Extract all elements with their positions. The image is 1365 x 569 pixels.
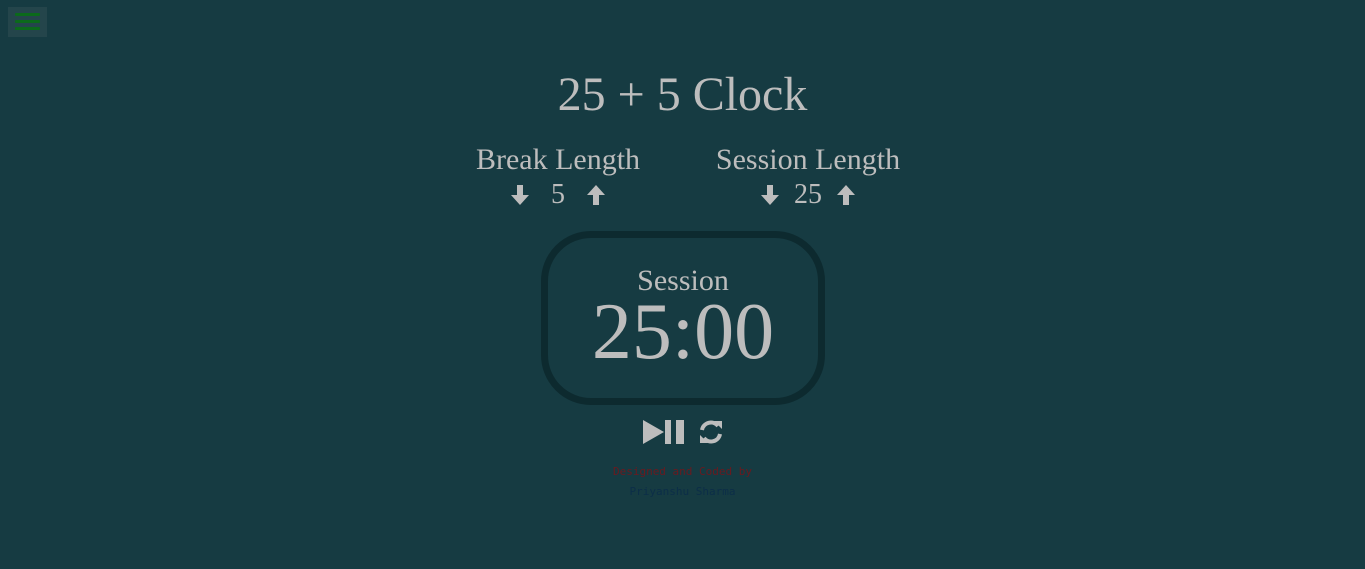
session-increment-button[interactable]	[832, 181, 860, 209]
author-name: Priyanshu Sharma	[629, 485, 736, 498]
arrow-up-icon	[837, 185, 855, 205]
break-length-control: Break Length 5	[428, 142, 688, 212]
play-pause-icon	[642, 420, 684, 444]
session-length-label: Session Length	[715, 143, 901, 176]
refresh-icon	[699, 420, 722, 444]
start-stop-button[interactable]	[642, 417, 688, 447]
arrow-up-icon	[587, 185, 605, 205]
menu-button[interactable]	[8, 7, 47, 37]
hamburger-menu-icon	[15, 13, 40, 30]
break-length-value: 5	[551, 179, 565, 210]
timer-controls	[0, 417, 1365, 447]
break-decrement-button[interactable]	[506, 181, 534, 209]
credits-line-1: Designed and Coded by	[612, 465, 753, 478]
arrow-down-icon	[511, 185, 529, 205]
timer-display: Session 25:00	[541, 231, 825, 405]
session-length-value: 25	[794, 179, 822, 210]
break-length-label: Break Length	[475, 143, 641, 176]
session-length-row: 25	[678, 178, 938, 212]
arrow-down-icon	[761, 185, 779, 205]
session-length-control: Session Length 25	[678, 142, 938, 212]
credits: Designed and Coded by Priyanshu Sharma	[0, 462, 1365, 502]
reset-button[interactable]	[698, 417, 724, 447]
session-decrement-button[interactable]	[756, 181, 784, 209]
break-length-row: 5	[428, 178, 688, 212]
time-left: 25:00	[591, 288, 775, 376]
break-increment-button[interactable]	[582, 181, 610, 209]
app-title: 25 + 5 Clock	[557, 68, 808, 121]
